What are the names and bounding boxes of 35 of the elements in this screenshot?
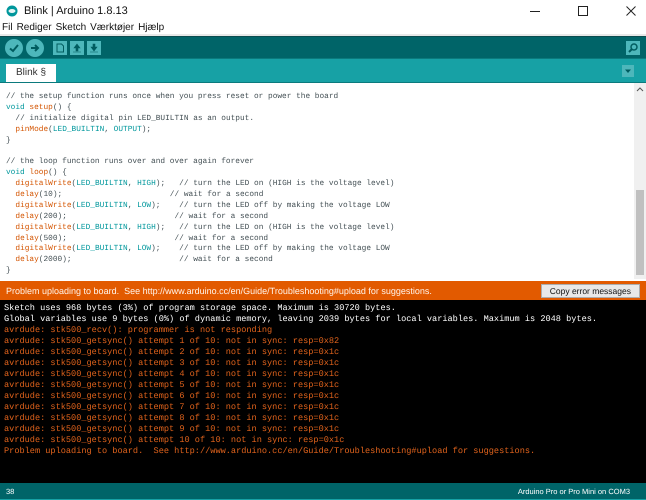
console-line: avrdude: stk500_getsync() attempt 5 of 10: not in sync: resp=0x1c (4, 380, 340, 391)
console-line: avrdude: stk500_getsync() attempt 9 of 10: not in sync: resp=0x1c (4, 424, 340, 435)
file-tab[interactable]: Blink § (6, 64, 56, 82)
new-file-icon[interactable] (53, 40, 67, 54)
console-line: avrdude: stk500_getsync() attempt 2 of 10: not in sync: resp=0x1c (4, 347, 340, 358)
console-line: Sketch uses 968 bytes (3%) of program storage space. Maximum is 30720 bytes. (4, 303, 397, 314)
console-line: avrdude: stk500_getsync() attempt 8 of 10: not in sync: resp=0x1c (4, 413, 340, 424)
search-icon[interactable] (626, 40, 640, 54)
dropdown-icon[interactable] (622, 64, 634, 76)
menu-item[interactable]: Hjælp (138, 22, 164, 34)
upload-arrow-icon[interactable] (70, 40, 84, 54)
close-icon[interactable] (626, 6, 636, 16)
console-line: avrdude: stk500_getsync() attempt 3 of 10: not in sync: resp=0x1c (4, 358, 340, 369)
check-icon[interactable] (5, 38, 23, 56)
download-arrow-icon[interactable] (87, 40, 101, 54)
window-title: Blink | Arduino 1.8.13 (24, 5, 128, 17)
menu-item[interactable]: Rediger (16, 22, 52, 34)
copy-error-button[interactable]: Copy error messages (540, 284, 640, 298)
console-line: avrdude: stk500_recv(): programmer is not responding (4, 325, 274, 336)
menu-item[interactable]: Sketch (56, 22, 86, 34)
arrow-right-icon[interactable] (26, 38, 44, 56)
menu-item[interactable]: Værktøjer (90, 22, 134, 34)
console-line: Global variables use 9 bytes (0%) of dynamic memory, leaving 2039 bytes for local variables. Maximum is 2048 bytes. (4, 314, 598, 325)
console-line: avrdude: stk500_getsync() attempt 4 of 10: not in sync: resp=0x1c (4, 369, 340, 380)
menu-item[interactable]: Fil (2, 22, 13, 34)
maximize-icon[interactable] (578, 6, 588, 16)
scrollbar[interactable] (634, 83, 646, 279)
console-line: avrdude: stk500_getsync() attempt 10 of 10: not in sync: resp=0x1c (4, 435, 346, 446)
console-line: Problem uploading to board. See http://www.arduino.cc/en/Guide/Troubleshooting#upload for suggestions. (4, 446, 536, 457)
console-line: avrdude: stk500_getsync() attempt 7 of 10: not in sync: resp=0x1c (4, 402, 340, 413)
console-line: avrdude: stk500_getsync() attempt 1 of 10: not in sync: resp=0x82 (4, 336, 340, 347)
scroll-up-icon[interactable] (636, 86, 644, 92)
error-message: Problem uploading to board. See http://www.arduino.cc/en/Guide/Troubleshooting#upload for suggestions. (6, 286, 433, 296)
console-line: avrdude: stk500_getsync() attempt 6 of 10: not in sync: resp=0x1c (4, 391, 340, 402)
app-icon (6, 5, 18, 17)
